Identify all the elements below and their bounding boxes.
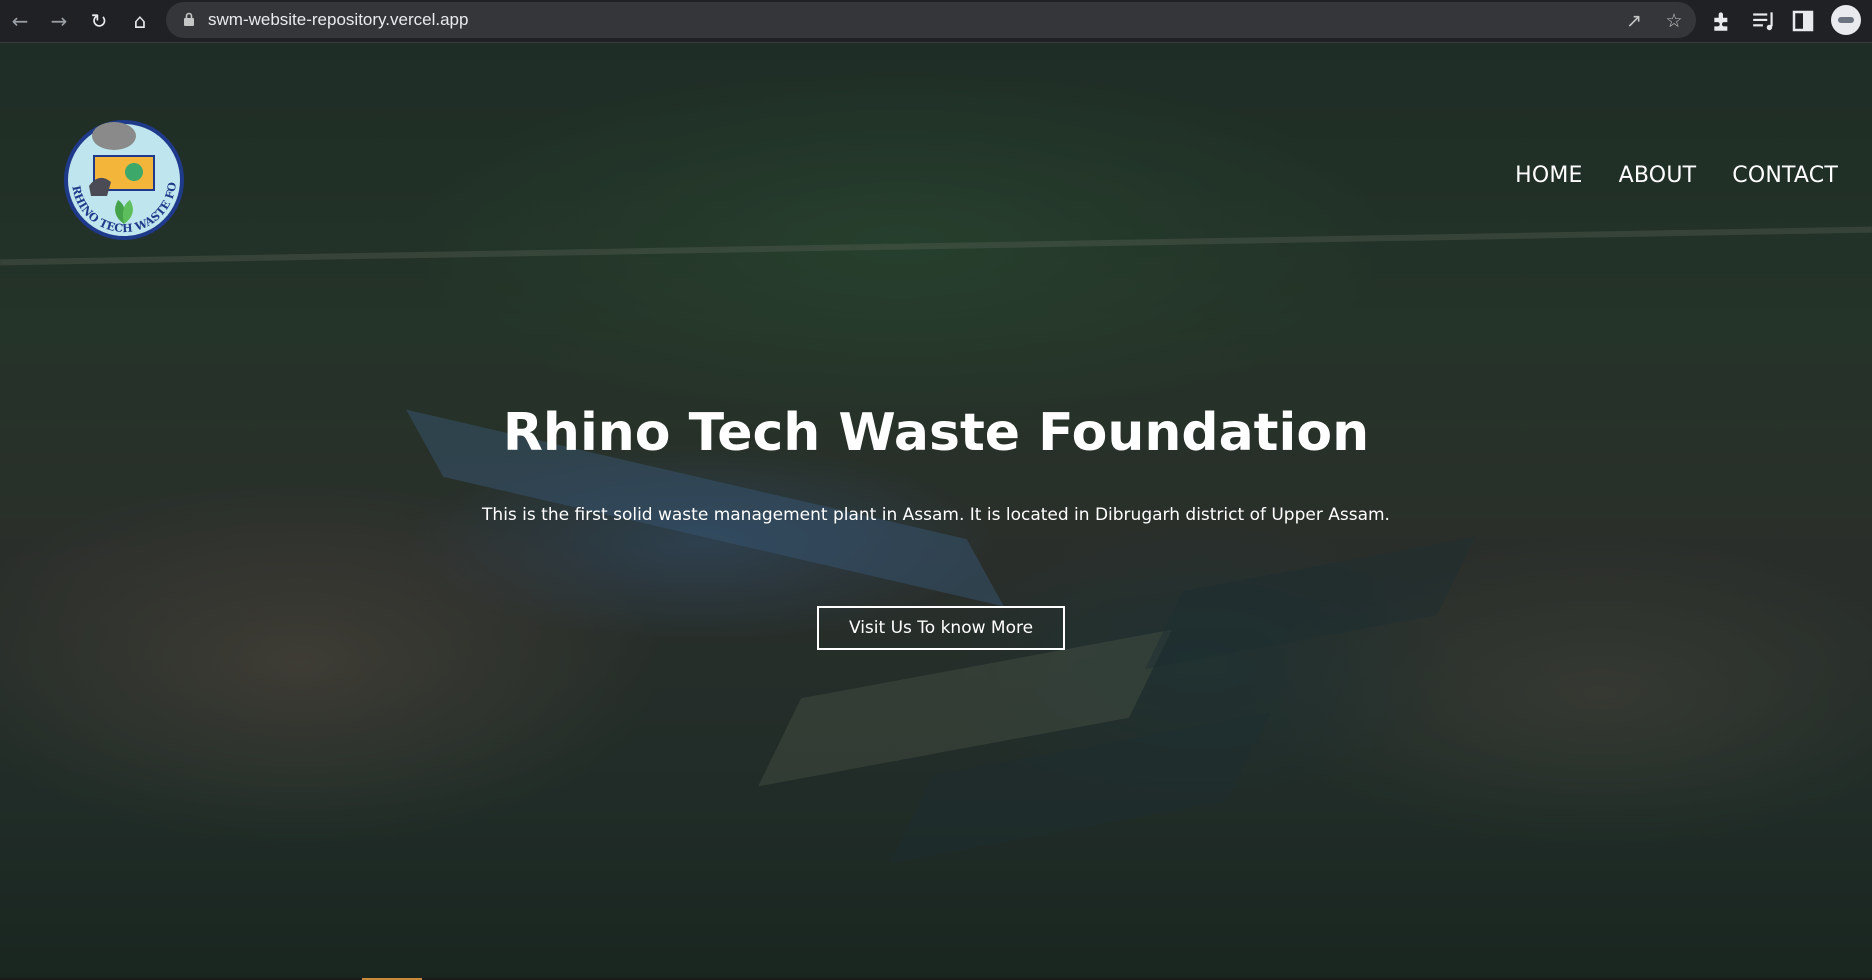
nav-about[interactable]: ABOUT bbox=[1619, 163, 1697, 188]
address-url[interactable]: swm-website-repository.vercel.app bbox=[208, 8, 468, 32]
browser-toolbar: ← → ↻ ⌂ swm-website-repository.vercel.ap… bbox=[0, 0, 1872, 43]
lock-icon bbox=[184, 12, 194, 26]
forward-icon[interactable]: → bbox=[44, 6, 74, 36]
visit-us-button[interactable]: Visit Us To know More bbox=[817, 606, 1065, 650]
bookmark-star-icon[interactable]: ☆ bbox=[1661, 8, 1687, 34]
reading-list-icon[interactable] bbox=[1751, 8, 1777, 34]
main-nav: HOME ABOUT CONTACT bbox=[1515, 163, 1838, 188]
nav-home[interactable]: HOME bbox=[1515, 163, 1583, 188]
back-icon[interactable]: ← bbox=[5, 6, 35, 36]
share-icon[interactable]: ↗ bbox=[1621, 8, 1647, 34]
nav-contact[interactable]: CONTACT bbox=[1732, 163, 1838, 188]
extensions-icon[interactable] bbox=[1710, 8, 1736, 34]
hero-subtitle: This is the first solid waste management… bbox=[482, 505, 1390, 525]
side-panel-icon[interactable] bbox=[1791, 9, 1815, 33]
site-logo[interactable]: RHINO TECH WASTE FOUNDATION bbox=[54, 106, 194, 246]
hero-title: Rhino Tech Waste Foundation bbox=[502, 403, 1370, 463]
reload-icon[interactable]: ↻ bbox=[84, 6, 114, 36]
profile-avatar[interactable] bbox=[1831, 5, 1861, 35]
home-icon[interactable]: ⌂ bbox=[125, 6, 155, 36]
